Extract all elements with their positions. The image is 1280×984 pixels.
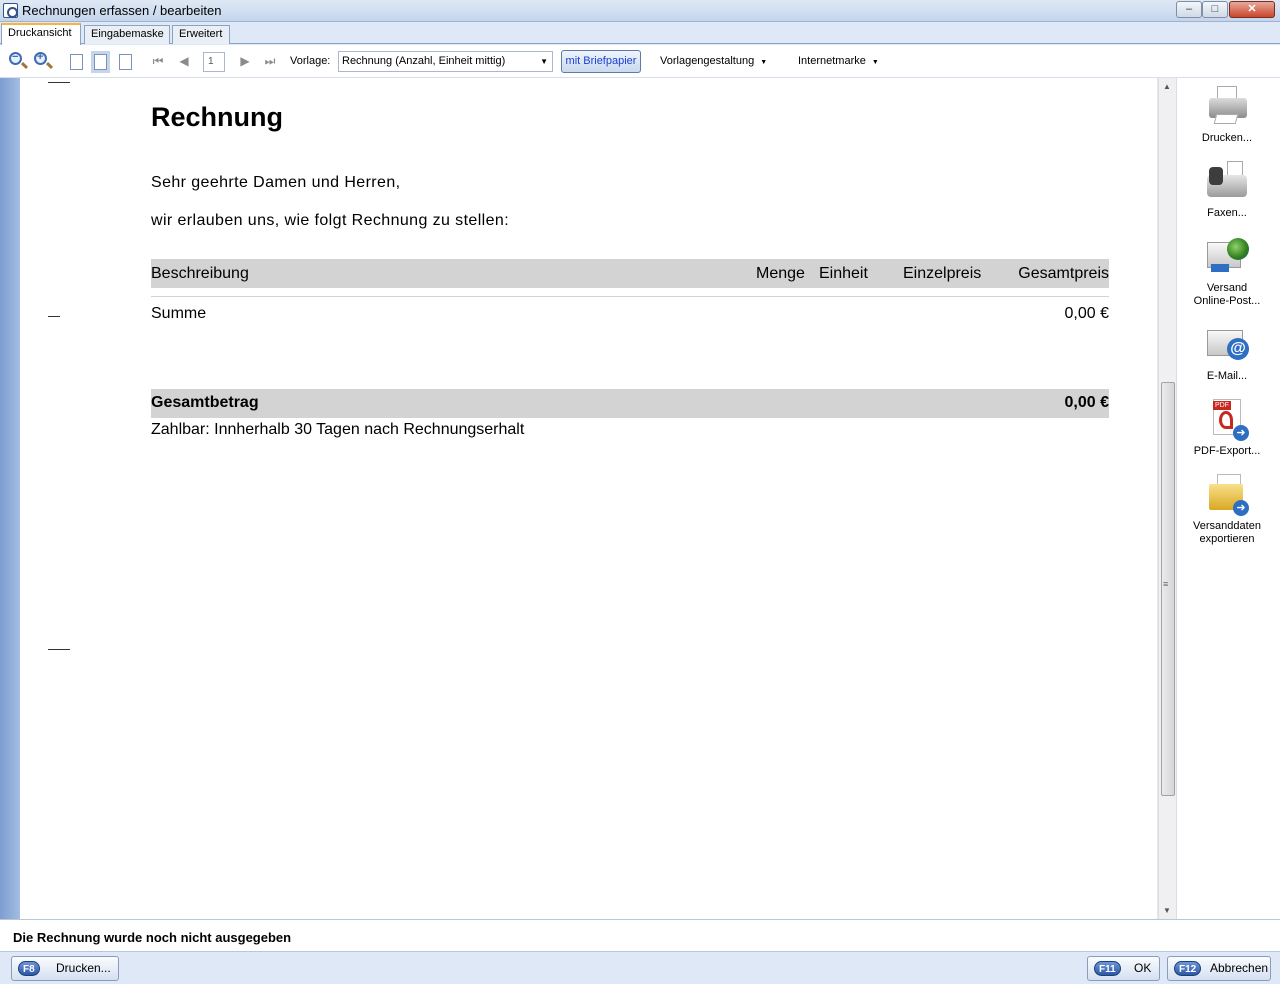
tab-bar: Druckansicht Eingabemaske Erweitert: [0, 22, 1280, 45]
minimize-button[interactable]: –: [1176, 1, 1202, 18]
scroll-down-icon[interactable]: ▼: [1163, 906, 1171, 915]
email-icon: @: [1205, 322, 1249, 366]
pdf-export-icon: PDF ➜: [1205, 397, 1249, 441]
sum-value: 0,00 €: [1064, 305, 1109, 322]
tab-erweitert[interactable]: Erweitert: [172, 25, 230, 44]
template-design-label: Vorlagengestaltung: [660, 55, 755, 67]
page-width-icon[interactable]: [94, 54, 107, 70]
sum-label: Summe: [151, 305, 207, 322]
header-description: Beschreibung: [151, 265, 249, 282]
action-pdf-export[interactable]: PDF ➜ PDF-Export...: [1177, 397, 1277, 458]
close-button[interactable]: ✕: [1229, 1, 1275, 18]
fold-mark: [48, 316, 60, 317]
intro-text: wir erlauben uns, wie folgt Rechnung zu …: [151, 212, 510, 229]
previous-page-icon[interactable]: ◀: [177, 54, 191, 68]
divider: [151, 296, 1109, 297]
caret-down-icon: ▼: [871, 59, 879, 66]
single-page-icon[interactable]: [70, 54, 83, 70]
postage-menu[interactable]: Internetmarke ▼: [798, 55, 879, 67]
total-label: Gesamtbetrag: [151, 394, 259, 411]
total-row: Gesamtbetrag 0,00 €: [151, 389, 1109, 418]
punch-mark: [48, 649, 70, 650]
document-left-border: [0, 78, 20, 919]
status-bar: Die Rechnung wurde noch nicht ausgegeben: [0, 919, 1280, 952]
action-label: exportieren: [1199, 533, 1255, 545]
print-preview-page: Rechnung Sehr geehrte Damen und Herren, …: [20, 78, 1157, 919]
shipping-export-icon: ➜: [1205, 472, 1249, 516]
header-total-price: Gesamtpreis: [1018, 265, 1109, 282]
scroll-thumb[interactable]: [1161, 382, 1175, 796]
last-page-icon[interactable]: ⏭: [263, 54, 277, 68]
action-shipping-export[interactable]: ➜ Versanddaten exportieren: [1177, 472, 1277, 546]
zoom-in-icon[interactable]: +: [34, 51, 47, 65]
app-icon: [3, 3, 18, 18]
template-select-value: Rechnung (Anzahl, Einheit mittig): [342, 55, 506, 67]
ok-button-label: OK: [1134, 961, 1152, 975]
tab-druckansicht[interactable]: Druckansicht: [1, 23, 81, 45]
printer-icon: [1205, 84, 1249, 128]
tab-eingabemaske[interactable]: Eingabemaske: [84, 25, 170, 44]
cancel-button-label: Abbrechen: [1210, 961, 1269, 975]
fold-mark: [48, 82, 70, 83]
hotkey-badge: F8: [18, 961, 40, 976]
print-button-label: Drucken...: [56, 961, 111, 975]
items-table-header: Beschreibung Menge Einheit Einzelpreis G…: [151, 259, 1109, 288]
full-page-icon[interactable]: [119, 54, 132, 70]
template-select[interactable]: Rechnung (Anzahl, Einheit mittig) ▼: [338, 51, 553, 72]
hotkey-badge: F11: [1094, 961, 1121, 976]
button-bar: F8 Drucken... F11 OK F12 Abbrechen: [0, 952, 1280, 984]
first-page-icon[interactable]: ⏮: [151, 54, 165, 68]
salutation: Sehr geehrte Damen und Herren,: [151, 174, 401, 191]
action-label: Versand: [1206, 282, 1248, 294]
window-title: Rechnungen erfassen / bearbeiten: [22, 3, 222, 18]
action-label: Versanddaten: [1193, 520, 1261, 532]
action-label: Online-Post...: [1193, 295, 1261, 307]
status-message: Die Rechnung wurde noch nicht ausgegeben: [13, 930, 292, 945]
grip-icon: ≡: [1163, 579, 1169, 589]
action-label: Drucken...: [1201, 132, 1253, 144]
header-unit-price: Einzelpreis: [903, 265, 982, 282]
template-design-menu[interactable]: Vorlagengestaltung ▼: [660, 55, 767, 67]
print-button[interactable]: F8 Drucken...: [11, 956, 119, 981]
caret-down-icon: ▼: [760, 59, 768, 66]
next-page-icon[interactable]: ▶: [238, 54, 252, 68]
postage-menu-label: Internetmarke: [798, 55, 866, 67]
action-print[interactable]: Drucken...: [1177, 84, 1277, 145]
payment-terms: Zahlbar: Innherhalb 30 Tagen nach Rechnu…: [151, 421, 525, 438]
fax-icon: [1205, 159, 1249, 203]
cancel-button[interactable]: F12 Abbrechen: [1167, 956, 1271, 981]
online-post-icon: [1205, 234, 1249, 278]
header-unit: Einheit: [819, 265, 868, 282]
header-quantity: Menge: [756, 265, 805, 282]
action-label: PDF-Export...: [1193, 445, 1261, 457]
template-label: Vorlage:: [290, 55, 331, 67]
letterhead-button[interactable]: mit Briefpapier: [561, 50, 641, 73]
action-label: E-Mail...: [1206, 370, 1248, 382]
action-label: Faxen...: [1207, 207, 1247, 219]
total-value: 0,00 €: [1064, 394, 1109, 411]
document-title: Rechnung: [151, 102, 283, 132]
hotkey-badge: F12: [1174, 961, 1202, 976]
output-actions-panel: Drucken... Faxen... Versand Online-Post.…: [1176, 78, 1280, 919]
title-bar: Rechnungen erfassen / bearbeiten – □ ✕: [0, 0, 1280, 22]
zoom-out-icon[interactable]: −: [9, 51, 22, 65]
page-number-input[interactable]: 1: [203, 52, 225, 72]
scroll-up-icon[interactable]: ▲: [1163, 82, 1171, 91]
vertical-scrollbar[interactable]: ▲ ≡ ▼: [1158, 78, 1176, 919]
chevron-down-icon: ▼: [540, 57, 548, 66]
action-email[interactable]: @ E-Mail...: [1177, 322, 1277, 383]
maximize-button[interactable]: □: [1202, 1, 1228, 18]
action-fax[interactable]: Faxen...: [1177, 159, 1277, 220]
ok-button[interactable]: F11 OK: [1087, 956, 1160, 981]
action-online-post[interactable]: Versand Online-Post...: [1177, 234, 1277, 308]
